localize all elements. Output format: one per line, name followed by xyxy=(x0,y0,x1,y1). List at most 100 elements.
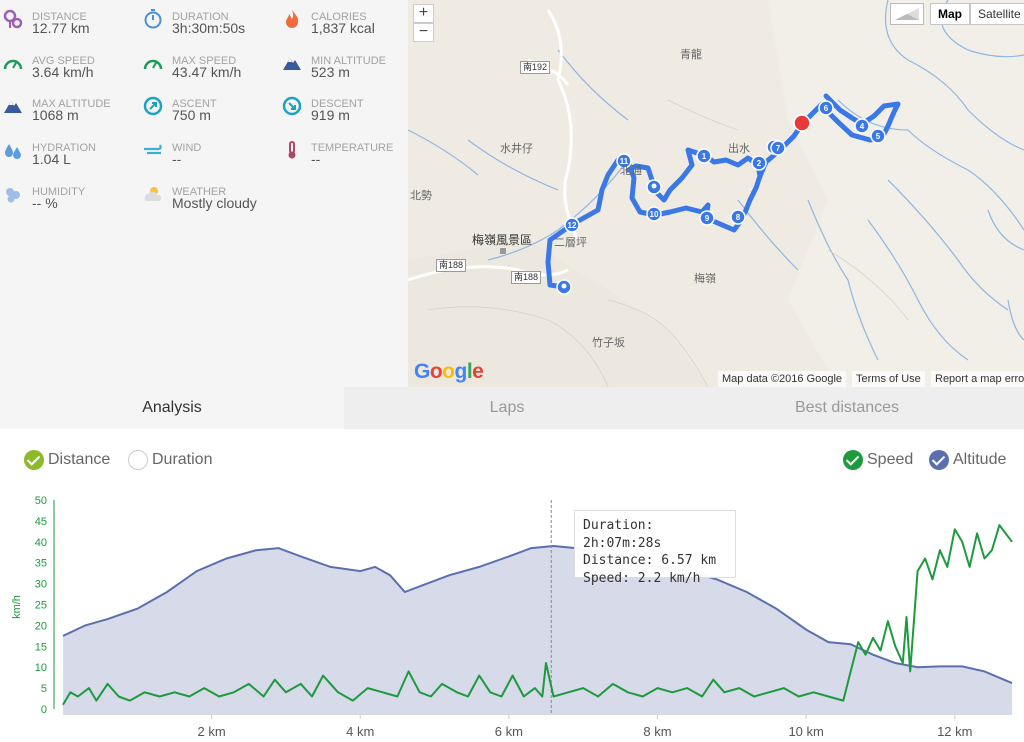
lap-marker-label: 12 xyxy=(568,221,577,230)
start-pin-icon xyxy=(556,279,572,295)
speed-toggle-label: Speed xyxy=(867,451,914,468)
stat-value: 3h:30m:50s xyxy=(172,20,246,36)
lap-marker-label: 7 xyxy=(776,144,781,153)
x-tick-label: 4 km xyxy=(346,724,374,739)
fullscreen-icon[interactable] xyxy=(890,3,924,25)
stat-max-altitude: MAX ALTITUDE 1068 m xyxy=(0,87,136,131)
altitude-series-toggle[interactable]: Altitude xyxy=(929,450,1006,470)
lap-marker-label: 1 xyxy=(702,152,707,161)
place-label: 北通 xyxy=(620,165,642,177)
y-tick-label: 15 xyxy=(35,641,47,653)
x-axis-distance-toggle[interactable]: Distance xyxy=(24,450,110,470)
speed-series-toggle[interactable]: Speed xyxy=(843,450,913,470)
terms-of-use-link[interactable]: Terms of Use xyxy=(852,371,925,387)
x-axis-duration-toggle[interactable]: Duration xyxy=(128,450,212,470)
y-tick-label: 50 xyxy=(35,495,47,507)
waypoint-pin-icon xyxy=(646,179,662,195)
map-base-layer: 123456789101112 xyxy=(408,0,1024,387)
y-tick-label: 30 xyxy=(35,579,47,591)
stat-value: 1068 m xyxy=(32,107,79,124)
stat-ascent: ASCENT 750 m xyxy=(140,87,276,131)
stat-duration: DURATION 3h:30m:50s xyxy=(140,0,276,44)
stat-wind: WIND -- xyxy=(140,131,276,175)
y-tick-label: 45 xyxy=(35,516,47,528)
stat-value: -- xyxy=(172,151,182,168)
checked-icon xyxy=(843,450,863,470)
lap-marker-label: 8 xyxy=(736,213,741,222)
y-axis-label: km/h xyxy=(11,595,23,619)
checked-icon xyxy=(929,450,949,470)
humidity-icon xyxy=(3,184,23,204)
y-tick-label: 20 xyxy=(35,620,47,632)
road-sign: 南188 xyxy=(511,271,542,284)
stat-min-altitude: MIN ALTITUDE 523 m xyxy=(279,44,415,88)
x-tick-label: 10 km xyxy=(788,724,823,739)
speed-altitude-chart[interactable]: 0 5 10 15 20 25 30 35 40 45 50 km/h 2 km 4 km 6 km 8 km… xyxy=(0,480,1024,742)
y-tick-label: 10 xyxy=(35,662,47,674)
stat-value: -- % xyxy=(32,194,58,211)
stat-humidity: HUMIDITY -- % xyxy=(0,175,136,219)
duration-toggle-label: Duration xyxy=(152,451,213,468)
lap-marker-label: 4 xyxy=(860,122,865,131)
map-attribution: Map data ©2016 Google xyxy=(718,371,847,387)
road-sign: 南188 xyxy=(436,259,467,272)
y-tick-label: 35 xyxy=(35,558,47,570)
stat-value: 12.77 km xyxy=(32,20,90,36)
y-tick-label: 40 xyxy=(35,537,47,549)
lap-marker-label: 6 xyxy=(824,104,829,113)
tab-analysis[interactable]: Analysis xyxy=(0,387,344,429)
stat-avg-speed: AVG SPEED 3.64 km/h xyxy=(0,44,136,88)
stat-descent: DESCENT 919 m xyxy=(279,87,415,131)
route-pin-icon xyxy=(3,9,23,29)
y-tick-label: 25 xyxy=(35,600,47,612)
lap-marker-label: 10 xyxy=(650,210,659,219)
lap-marker-label: 9 xyxy=(705,214,710,223)
map-type-map-button[interactable]: Map xyxy=(930,3,970,25)
stat-value: Mostly cloudy xyxy=(172,194,257,211)
stat-value: 523 m xyxy=(311,63,350,80)
wind-icon xyxy=(143,140,163,160)
activity-stats-panel: DISTANCE 12.77 km DURATION 3h:30m:50s CALORI… xyxy=(0,0,408,387)
tab-best-distances[interactable]: Best distances xyxy=(670,387,1024,429)
stat-value: 43.47 km/h xyxy=(172,63,242,80)
stat-value: 919 m xyxy=(311,107,350,124)
place-label: 北勢 xyxy=(410,190,432,202)
place-label: 水井仔 xyxy=(500,143,533,155)
lap-marker-label: 2 xyxy=(757,159,762,168)
analysis-tabs: Analysis Laps Best distances xyxy=(0,387,1024,429)
chart-tooltip: Duration: 2h:07m:28s Distance: 6.57 km S… xyxy=(574,510,736,586)
tooltip-distance: Distance: 6.57 km xyxy=(583,553,717,568)
x-tick-label: 6 km xyxy=(495,724,523,739)
road-sign: 南192 xyxy=(520,61,551,74)
mountain-icon xyxy=(282,53,302,73)
zoom-out-button[interactable]: − xyxy=(413,23,434,42)
stat-value: 1,837 kcal xyxy=(311,20,375,36)
stat-value: 1.04 L xyxy=(32,151,71,168)
stat-value: 750 m xyxy=(172,107,211,124)
ascent-gauge-icon xyxy=(143,96,163,116)
stopwatch-icon xyxy=(143,9,163,29)
stat-max-speed: MAX SPEED 43.47 km/h xyxy=(140,44,276,88)
thermometer-icon xyxy=(282,140,302,160)
map-type-satellite-button[interactable]: Satellite xyxy=(970,3,1024,25)
stat-distance: DISTANCE 12.77 km xyxy=(0,0,136,44)
stat-hydration: HYDRATION 1.04 L xyxy=(0,131,136,175)
report-map-error-link[interactable]: Report a map error xyxy=(931,371,1024,387)
unchecked-icon xyxy=(128,450,148,470)
speedometer-icon xyxy=(143,53,163,73)
water-drops-icon xyxy=(3,140,23,160)
zoom-in-button[interactable]: + xyxy=(413,4,434,23)
route-map[interactable]: 123456789101112 + − Map Satellite 青龍 水井仔… xyxy=(408,0,1024,387)
stat-temperature: TEMPERATURE -- xyxy=(279,131,415,175)
descent-gauge-icon xyxy=(282,96,302,116)
stat-value: 3.64 km/h xyxy=(32,63,94,80)
speedometer-icon xyxy=(3,53,23,73)
stat-value: -- xyxy=(311,151,321,168)
tooltip-duration: Duration: 2h:07m:28s xyxy=(583,518,662,551)
tooltip-speed: Speed: 2.2 km/h xyxy=(583,570,701,586)
google-logo: Google xyxy=(414,360,484,383)
lap-marker-label: 5 xyxy=(876,132,881,141)
altitude-toggle-label: Altitude xyxy=(953,451,1007,468)
flame-icon xyxy=(282,9,302,29)
tab-laps[interactable]: Laps xyxy=(344,387,670,429)
